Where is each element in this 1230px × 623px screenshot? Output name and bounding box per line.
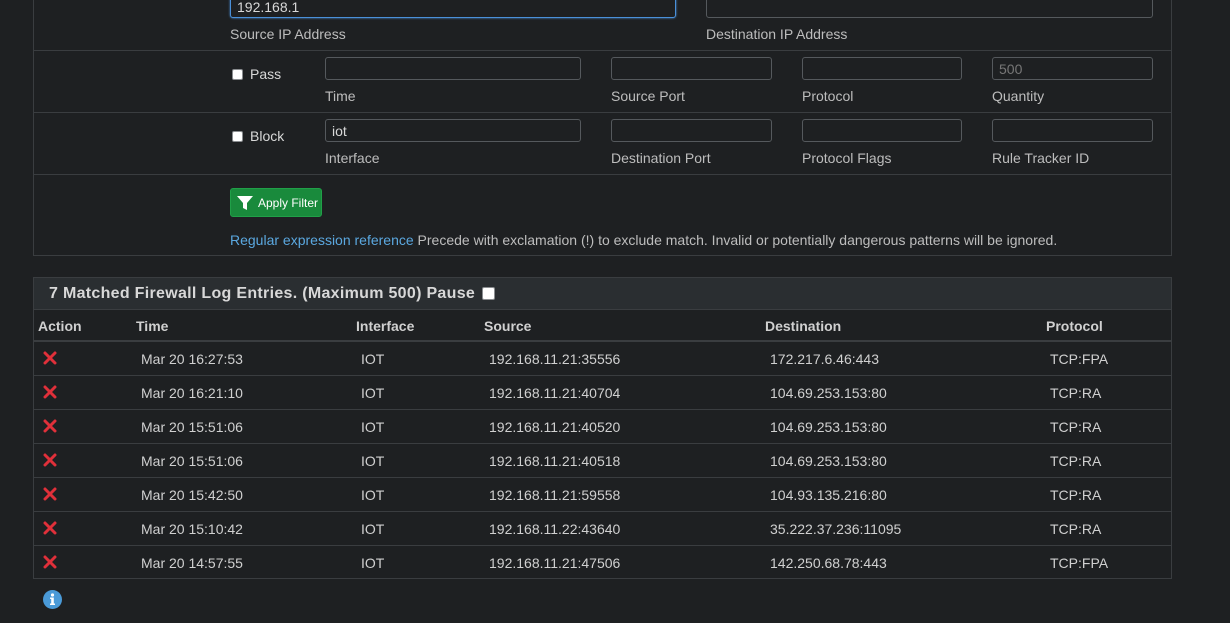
block-x-icon[interactable] <box>43 487 57 501</box>
block-label: Block <box>250 128 285 144</box>
cell-protocol: TCP:RA <box>1050 419 1102 435</box>
cell-protocol: TCP:RA <box>1050 487 1102 503</box>
quantity-input[interactable] <box>992 57 1153 80</box>
block-x-icon[interactable] <box>43 419 57 433</box>
source-ip-input[interactable] <box>230 0 676 18</box>
cell-time: Mar 20 15:10:42 <box>141 521 243 537</box>
table-row[interactable]: Mar 20 14:57:55 IOT 192.168.11.21:47506 142… <box>34 546 1171 580</box>
col-action[interactable]: Action <box>38 318 82 334</box>
col-protocol[interactable]: Protocol <box>1046 318 1103 334</box>
cell-protocol: TCP:FPA <box>1050 555 1109 571</box>
destination-port-input[interactable] <box>611 119 772 142</box>
apply-filter-button[interactable]: Apply Filter <box>230 188 322 217</box>
cell-destination: 104.93.135.216:80 <box>770 487 887 503</box>
filter-icon <box>237 195 253 210</box>
info-icon[interactable] <box>42 589 63 610</box>
rule-tracker-label: Rule Tracker ID <box>992 150 1090 166</box>
destination-ip-label: Destination IP Address <box>706 26 848 42</box>
cell-time: Mar 20 15:51:06 <box>141 453 243 469</box>
cell-interface: IOT <box>361 521 385 537</box>
cell-destination: 104.69.253.153:80 <box>770 419 887 435</box>
cell-source: 192.168.11.21:40704 <box>489 385 621 401</box>
cell-source: 192.168.11.21:47506 <box>489 555 621 571</box>
col-source[interactable]: Source <box>484 318 531 334</box>
cell-time: Mar 20 16:27:53 <box>141 351 243 367</box>
log-panel-heading: 7 Matched Firewall Log Entries. (Maximum… <box>34 278 1171 310</box>
cell-interface: IOT <box>361 419 385 435</box>
cell-time: Mar 20 16:21:10 <box>141 385 243 401</box>
block-x-icon[interactable] <box>43 555 57 569</box>
cell-destination: 142.250.68.78:443 <box>770 555 887 571</box>
firewall-log-panel: 7 Matched Firewall Log Entries. (Maximum… <box>33 277 1172 579</box>
pass-label: Pass <box>250 66 282 82</box>
filter-row-pass: Pass Time Source Port Protocol Quantity <box>34 50 1171 113</box>
source-port-input[interactable] <box>611 57 772 80</box>
time-input[interactable] <box>325 57 581 80</box>
table-row[interactable]: Mar 20 15:10:42 IOT 192.168.11.22:43640 35.… <box>34 512 1171 546</box>
cell-source: 192.168.11.21:40520 <box>489 419 621 435</box>
protocol-input[interactable] <box>802 57 962 80</box>
cell-interface: IOT <box>361 487 385 503</box>
cell-source: 192.168.11.21:40518 <box>489 453 621 469</box>
cell-protocol: TCP:RA <box>1050 385 1102 401</box>
filter-row-block: Block Interface Destination Port Protoco… <box>34 112 1171 175</box>
pass-checkbox[interactable] <box>232 69 243 80</box>
regex-note: Regular expression reference Precede wit… <box>230 232 1057 248</box>
filter-panel: Source IP Address Destination IP Address… <box>33 0 1172 256</box>
protocol-flags-label: Protocol Flags <box>802 150 892 166</box>
log-title: 7 Matched Firewall Log Entries. (Maximum… <box>49 284 476 302</box>
destination-port-label: Destination Port <box>611 150 711 166</box>
cell-destination: 104.69.253.153:80 <box>770 453 887 469</box>
filter-row-actions: Apply Filter Regular expression referenc… <box>34 174 1171 256</box>
block-x-icon[interactable] <box>43 351 57 365</box>
cell-protocol: TCP:FPA <box>1050 351 1109 367</box>
block-x-icon[interactable] <box>43 521 57 535</box>
protocol-flags-input[interactable] <box>802 119 962 142</box>
col-destination[interactable]: Destination <box>765 318 841 334</box>
cell-source: 192.168.11.21:35556 <box>489 351 621 367</box>
quantity-label: Quantity <box>992 88 1045 104</box>
cell-source: 192.168.11.21:59558 <box>489 487 621 503</box>
cell-interface: IOT <box>361 351 385 367</box>
table-row[interactable]: Mar 20 16:27:53 IOT 192.168.11.21:35556 172… <box>34 342 1171 376</box>
block-x-icon[interactable] <box>43 385 57 399</box>
cell-destination: 35.222.37.236:11095 <box>770 521 902 537</box>
regex-note-text: Precede with exclamation (!) to exclude … <box>413 232 1058 248</box>
cell-protocol: TCP:RA <box>1050 521 1102 537</box>
block-checkbox[interactable] <box>232 131 243 142</box>
cell-time: Mar 20 15:42:50 <box>141 487 243 503</box>
cell-source: 192.168.11.22:43640 <box>489 521 621 537</box>
log-table-header: Action Time Interface Source Destination… <box>34 310 1171 342</box>
cell-time: Mar 20 14:57:55 <box>141 555 243 571</box>
table-row[interactable]: Mar 20 16:21:10 IOT 192.168.11.21:40704 104… <box>34 376 1171 410</box>
cell-interface: IOT <box>361 453 385 469</box>
log-table-body: Mar 20 16:27:53 IOT 192.168.11.21:35556 172… <box>34 342 1171 580</box>
regex-reference-link[interactable]: Regular expression reference <box>230 232 414 248</box>
rule-tracker-input[interactable] <box>992 119 1153 142</box>
cell-destination: 104.69.253.153:80 <box>770 385 887 401</box>
pause-checkbox[interactable] <box>482 287 496 300</box>
block-x-icon[interactable] <box>43 453 57 467</box>
cell-destination: 172.217.6.46:443 <box>770 351 879 367</box>
cell-time: Mar 20 15:51:06 <box>141 419 243 435</box>
col-interface[interactable]: Interface <box>356 318 414 334</box>
table-row[interactable]: Mar 20 15:42:50 IOT 192.168.11.21:59558 104… <box>34 478 1171 512</box>
interface-label: Interface <box>325 150 380 166</box>
apply-filter-label: Apply Filter <box>258 195 319 210</box>
table-row[interactable]: Mar 20 15:51:06 IOT 192.168.11.21:40518 104… <box>34 444 1171 478</box>
cell-interface: IOT <box>361 385 385 401</box>
cell-protocol: TCP:RA <box>1050 453 1102 469</box>
table-row[interactable]: Mar 20 15:51:06 IOT 192.168.11.21:40520 104… <box>34 410 1171 444</box>
interface-input[interactable] <box>325 119 581 142</box>
time-label: Time <box>325 88 356 104</box>
cell-interface: IOT <box>361 555 385 571</box>
filter-row-ip: Source IP Address Destination IP Address <box>34 0 1171 51</box>
col-time[interactable]: Time <box>136 318 168 334</box>
protocol-label: Protocol <box>802 88 854 104</box>
source-port-label: Source Port <box>611 88 685 104</box>
source-ip-label: Source IP Address <box>230 26 346 42</box>
destination-ip-input[interactable] <box>706 0 1153 18</box>
